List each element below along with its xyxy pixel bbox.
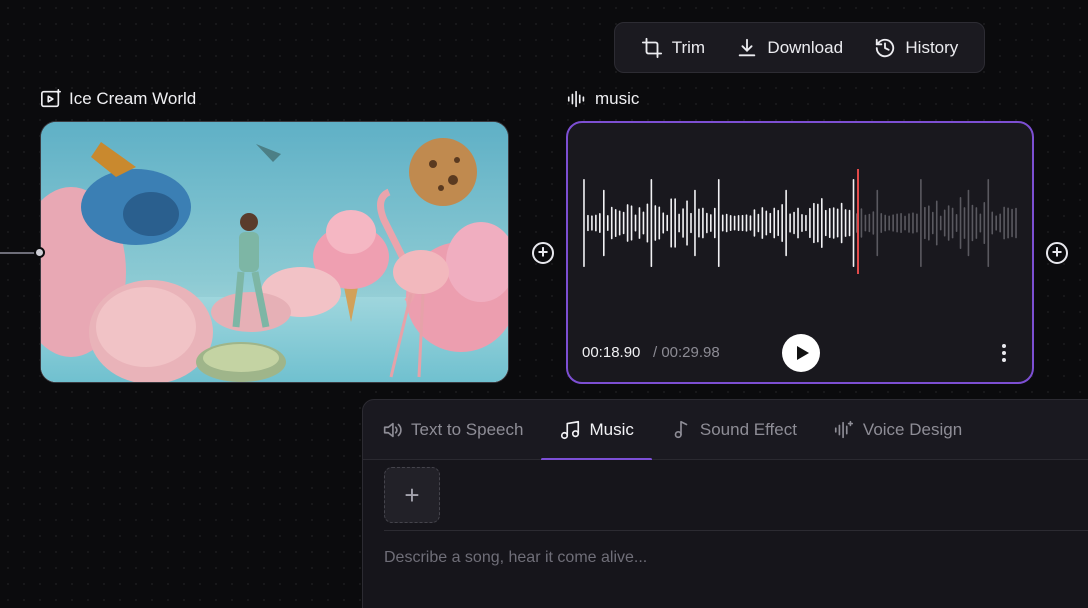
note-icon [674,420,688,438]
history-button[interactable]: History [866,31,966,65]
video-node-title: Ice Cream World [40,88,196,110]
plus-icon: + [537,242,549,262]
tab-label: Music [589,419,634,439]
audio-waveform[interactable] [582,163,1018,283]
music-player-card[interactable]: 00:18.90 / 00:29.98 [566,121,1034,384]
video-preview[interactable] [40,121,509,383]
voice-design-icon [834,420,853,438]
download-label: Download [767,37,844,57]
tab-label: Voice Design [862,419,963,439]
playhead-marker[interactable] [856,169,859,274]
video-input-handle[interactable] [34,247,45,258]
total-duration: / 00:29.98 [653,344,720,361]
music-node-title-text: music [595,89,640,108]
music-note-icon [561,420,580,439]
trim-button[interactable]: Trim [633,31,713,65]
plus-icon: + [404,479,420,510]
music-node-title: music [566,88,639,110]
download-button[interactable]: Download [728,31,851,65]
speaker-icon [383,422,402,437]
video-node-title-text: Ice Cream World [69,89,197,108]
tab-label: Text to Speech [411,419,524,439]
song-prompt-input[interactable] [384,544,1064,572]
download-icon [739,38,756,56]
tab-music[interactable]: Music [541,400,653,461]
incoming-connector-line [0,252,36,254]
play-button[interactable] [782,334,820,372]
panel-tabs: Text to Speech Music Sound Effect Voice … [363,400,1088,461]
video-thumbnail [41,122,508,382]
plus-icon: + [1051,242,1063,262]
panel-body: + [363,460,1088,608]
history-icon [876,38,895,57]
waveform-icon [567,90,585,108]
crop-icon [641,37,662,58]
tab-voice-design[interactable]: Voice Design [815,400,980,460]
history-label: History [905,37,959,57]
tab-label: Sound Effect [699,419,797,439]
tab-text-to-speech[interactable]: Text to Speech [363,400,541,460]
add-reference-button[interactable]: + [384,467,440,523]
play-icon [796,346,809,360]
more-options-button[interactable] [994,341,1014,365]
video-sparkle-icon [41,89,61,108]
trim-label: Trim [671,37,706,57]
more-dots-icon [1002,344,1006,348]
generation-panel: Text to Speech Music Sound Effect Voice … [362,399,1088,608]
add-node-after-button[interactable]: + [1046,242,1068,264]
node-toolbar: Trim Download History [614,22,985,73]
tab-sound-effect[interactable]: Sound Effect [652,400,815,460]
add-node-between-button[interactable]: + [532,242,554,264]
panel-divider [384,530,1088,531]
current-time: 00:18.90 [582,344,641,361]
